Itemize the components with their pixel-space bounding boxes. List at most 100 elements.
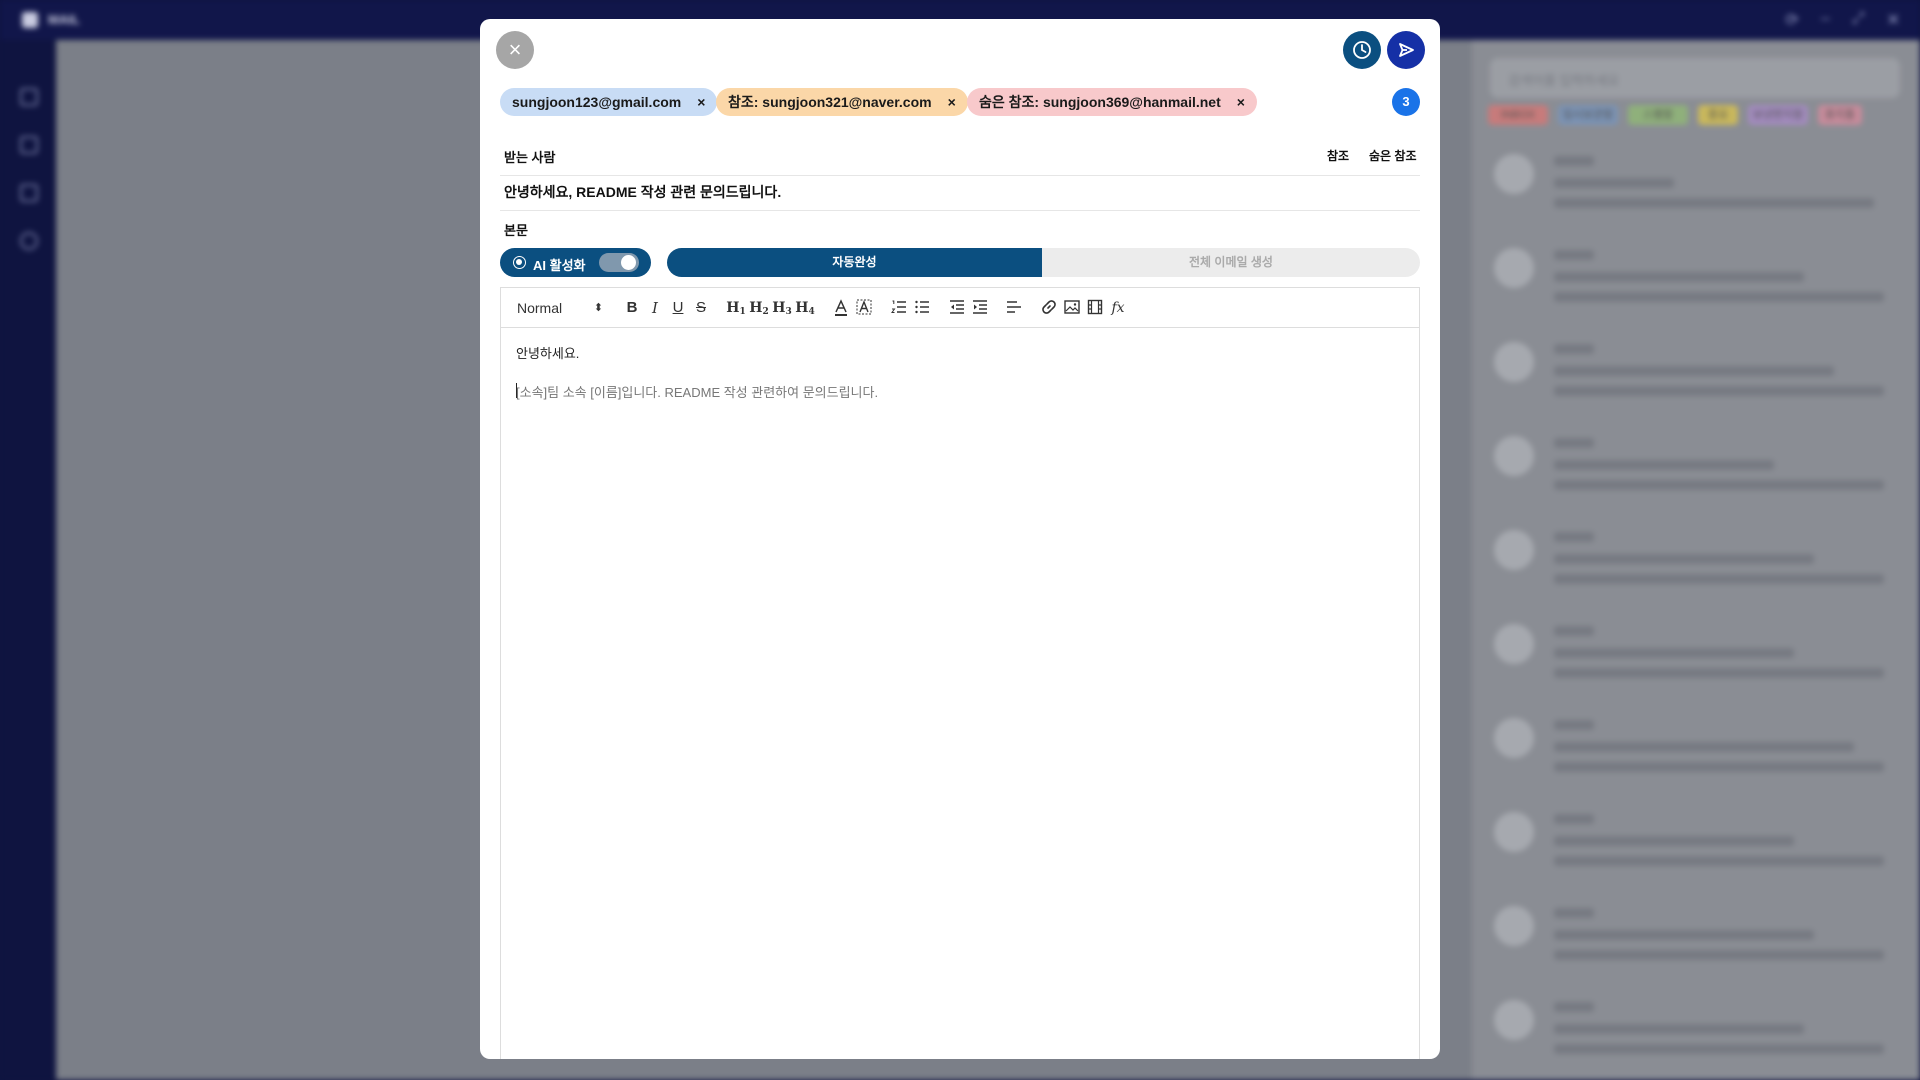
send-icon — [1399, 43, 1414, 57]
send-button[interactable] — [1387, 31, 1425, 69]
compose-modal: × sungjoon123@gmail.com × 참조: sungjoon32… — [480, 19, 1440, 1059]
recipient-chip-label: sungjoon123@gmail.com — [512, 94, 682, 110]
heading1-button[interactable]: H1 — [726, 298, 746, 318]
text-color-button[interactable] — [831, 298, 851, 318]
add-cc-link[interactable]: 참조 — [1327, 147, 1349, 164]
tag-trash: 휴지통 — [1818, 105, 1862, 125]
ai-toggle-switch[interactable] — [599, 253, 639, 272]
tag-inbox: INBOX — [1488, 105, 1548, 125]
bullet-list-button[interactable] — [912, 298, 932, 318]
settings-icon — [20, 232, 38, 250]
heading3-button[interactable]: H3 — [772, 298, 792, 318]
divider — [500, 175, 1420, 176]
ordered-list-icon — [891, 300, 906, 313]
indent-icon — [973, 300, 987, 314]
mail-item — [1490, 706, 1900, 776]
formula-button[interactable]: fx — [1108, 298, 1128, 318]
ai-toggle-label: AI 활성화 — [533, 258, 586, 273]
insert-video-button[interactable] — [1085, 298, 1105, 318]
strikethrough-button[interactable]: S — [692, 298, 710, 318]
clock-icon — [1353, 41, 1371, 59]
remove-recipient-icon[interactable]: × — [1237, 88, 1245, 116]
highlight-icon — [856, 299, 872, 315]
text-color-icon — [835, 299, 847, 316]
to-field-label[interactable]: 받는 사람 — [504, 147, 555, 166]
bold-button[interactable]: B — [623, 298, 641, 318]
heading2-button[interactable]: H2 — [749, 298, 769, 318]
bullet-list-icon — [915, 300, 929, 314]
mail-item — [1490, 142, 1900, 212]
search-placeholder: 검색어를 입력하세요 — [1508, 73, 1620, 88]
format-select-value: Normal — [517, 300, 563, 316]
recipient-chip-cc[interactable]: 참조: sungjoon321@naver.com × — [716, 88, 968, 116]
align-button[interactable] — [1004, 298, 1024, 318]
toggle-knob — [621, 255, 636, 270]
refresh-icon: ⟳ — [1785, 12, 1799, 29]
maximize-icon: ⤢ — [1851, 10, 1865, 27]
heading4-button[interactable]: H4 — [795, 298, 815, 318]
tag-important: 중요 — [1698, 105, 1738, 125]
remove-recipient-icon[interactable]: × — [697, 88, 705, 116]
schedule-send-button[interactable] — [1343, 31, 1381, 69]
minimize-icon: – — [1820, 10, 1830, 27]
window-close-icon: ✕ — [1886, 12, 1900, 29]
inbox-icon — [20, 88, 38, 106]
ai-radio-icon — [513, 256, 526, 269]
insert-link-button[interactable] — [1039, 298, 1059, 318]
app-logo-icon — [22, 12, 38, 28]
link-icon — [1042, 300, 1056, 314]
mail-item — [1490, 518, 1900, 588]
underline-button[interactable]: U — [669, 298, 687, 318]
tab-full-email-generation[interactable]: 전체 이메일 생성 — [1042, 248, 1420, 277]
remove-recipient-icon[interactable]: × — [948, 88, 956, 116]
search-box: 검색어를 입력하세요 — [1490, 58, 1900, 98]
chevron-updown-icon: ⬍ — [593, 302, 603, 314]
paragraph-format-select[interactable]: Normal ⬍ — [517, 298, 603, 318]
tag-sent: 보낸편지함 — [1748, 105, 1808, 125]
body-text-line: 안녕하세요. — [516, 346, 580, 361]
indent-button[interactable] — [970, 298, 990, 318]
tab-autocomplete[interactable]: 자동완성 — [667, 248, 1042, 277]
mail-item — [1490, 988, 1900, 1058]
divider — [500, 210, 1420, 211]
mail-item — [1490, 612, 1900, 682]
formula-icon: fx — [1111, 300, 1125, 316]
italic-button[interactable]: I — [646, 298, 664, 318]
attachment-icon — [20, 136, 38, 154]
outdent-icon — [950, 300, 964, 314]
recipient-chip-label: 참조: sungjoon321@naver.com — [728, 94, 932, 110]
ai-toggle-pill[interactable]: AI 활성화 — [500, 248, 651, 277]
mail-item — [1490, 800, 1900, 870]
outdent-button[interactable] — [947, 298, 967, 318]
mail-item — [1490, 894, 1900, 964]
window-controls: ⟳ – ⤢ ✕ — [1785, 10, 1900, 30]
ordered-list-button[interactable] — [889, 298, 909, 318]
tag-drafts: 임시보관함 — [1558, 105, 1618, 125]
insert-image-button[interactable] — [1062, 298, 1082, 318]
close-compose-button[interactable]: × — [496, 31, 534, 69]
highlight-color-button[interactable] — [854, 298, 874, 318]
editor-toolbar: Normal ⬍ B I U S H1 H2 H3 H4 fx — [501, 288, 1419, 328]
add-bcc-link[interactable]: 숨은 참조 — [1369, 147, 1417, 164]
subject-input[interactable]: 안녕하세요, README 작성 관련 문의드립니다. — [504, 182, 1404, 202]
mail-item — [1490, 236, 1900, 306]
close-icon: × — [508, 37, 522, 62]
recipient-chip-to[interactable]: sungjoon123@gmail.com × — [500, 88, 718, 116]
body-label: 본문 — [504, 223, 528, 238]
ai-suggestion-text: [소속]팀 소속 [이름]입니다. README 작성 관련하여 문의드립니다. — [516, 385, 879, 400]
mail-item — [1490, 330, 1900, 400]
mailbox-tags: INBOX 임시보관함 스팸함 중요 보낸편지함 휴지통 — [1488, 105, 1862, 125]
rich-text-editor: Normal ⬍ B I U S H1 H2 H3 H4 fx 안녕하세요. [… — [500, 287, 1420, 1059]
recipient-chip-bcc[interactable]: 숨은 참조: sungjoon369@hanmail.net × — [967, 88, 1257, 116]
align-left-icon — [1007, 301, 1021, 313]
video-icon — [1087, 299, 1103, 315]
ai-mode-segmented-control: 자동완성 전체 이메일 생성 — [667, 248, 1420, 277]
calendar-icon — [20, 184, 38, 202]
image-icon — [1064, 300, 1080, 314]
left-nav — [0, 40, 56, 1080]
mail-item — [1490, 424, 1900, 494]
tag-spam: 스팸함 — [1628, 105, 1688, 125]
app-name: MAIL — [48, 12, 80, 27]
recipient-count-badge: 3 — [1392, 88, 1420, 116]
recipient-chip-label: 숨은 참조: sungjoon369@hanmail.net — [979, 94, 1221, 110]
